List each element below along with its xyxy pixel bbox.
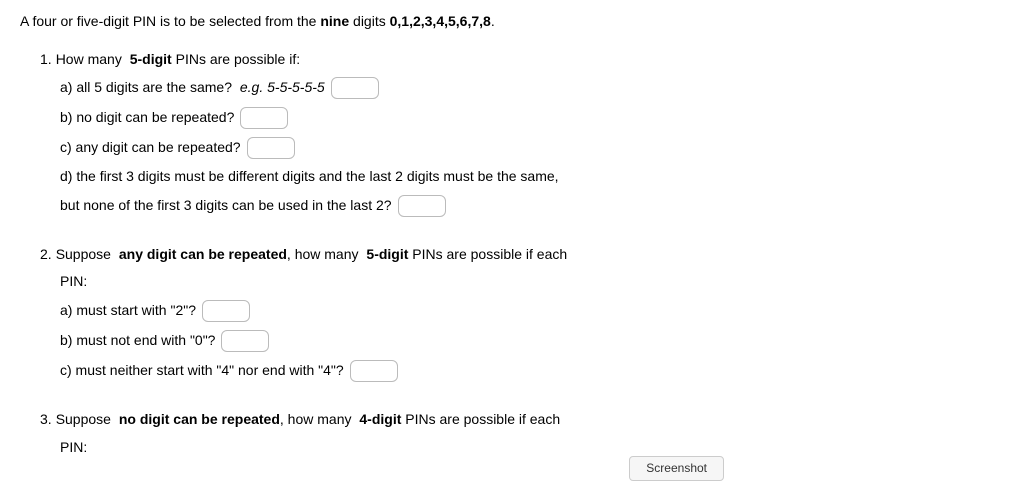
q1-c: c) any digit can be repeated? bbox=[60, 137, 1004, 159]
q2-b-input[interactable] bbox=[221, 330, 269, 352]
q2-a: a) must start with "2"? bbox=[60, 300, 1004, 322]
q1-d-line2: but none of the first 3 digits can be us… bbox=[60, 195, 1004, 217]
q3-lead: 3. Suppose no digit can be repeated, how… bbox=[40, 410, 1004, 430]
q1-b-input[interactable] bbox=[240, 107, 288, 129]
q1-lead: 1. How many 5-digit PINs are possible if… bbox=[40, 50, 1004, 70]
q1-a: a) all 5 digits are the same? e.g. 5-5-5… bbox=[60, 77, 1004, 99]
q1-a-input[interactable] bbox=[331, 77, 379, 99]
q2-lead: 2. Suppose any digit can be repeated, ho… bbox=[40, 245, 1004, 265]
question-3: 3. Suppose no digit can be repeated, how… bbox=[40, 410, 1004, 457]
question-1: 1. How many 5-digit PINs are possible if… bbox=[40, 50, 1004, 217]
q1-b: b) no digit can be repeated? bbox=[60, 107, 1004, 129]
q2-c: c) must neither start with "4" nor end w… bbox=[60, 360, 1004, 382]
q1-d-input[interactable] bbox=[398, 195, 446, 217]
q3-lead-2: PIN: bbox=[60, 438, 1004, 458]
q1-c-input[interactable] bbox=[247, 137, 295, 159]
q2-a-input[interactable] bbox=[202, 300, 250, 322]
intro-text: A four or five-digit PIN is to be select… bbox=[20, 12, 1004, 32]
question-2: 2. Suppose any digit can be repeated, ho… bbox=[40, 245, 1004, 382]
q1-d-line1: d) the first 3 digits must be different … bbox=[60, 167, 1004, 187]
screenshot-badge: Screenshot bbox=[629, 456, 724, 481]
q2-lead-2: PIN: bbox=[60, 272, 1004, 292]
q2-b: b) must not end with "0"? bbox=[60, 330, 1004, 352]
q2-c-input[interactable] bbox=[350, 360, 398, 382]
